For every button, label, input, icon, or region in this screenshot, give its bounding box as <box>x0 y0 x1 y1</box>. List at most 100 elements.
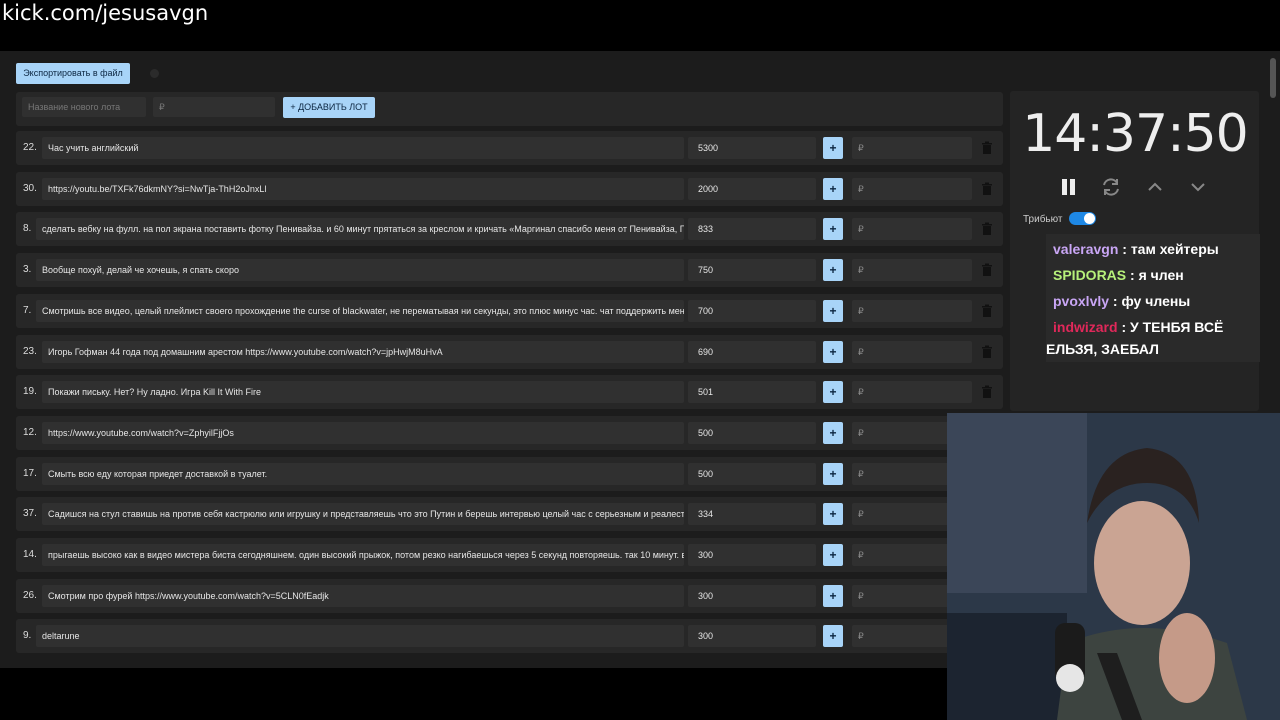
lot-number: 7. <box>23 304 32 316</box>
lot-name-field[interactable]: deltarune <box>36 625 684 648</box>
lot-amount-field[interactable]: 500 <box>688 462 816 485</box>
chat-separator: : <box>1118 241 1131 257</box>
lot-name-field[interactable]: сделать вебку на фулл. на пол экрана пос… <box>36 218 684 241</box>
add-amount-button[interactable]: + <box>823 503 843 526</box>
chat-username: pvoxlvly <box>1053 293 1110 309</box>
lot-row: 7. Смотришь все видео, целый плейлист сво… <box>16 293 1003 328</box>
lot-name-field[interactable]: https://youtu.be/TXFk76dkmNY?si=NwTja-Th… <box>42 177 684 200</box>
timer-display: 14:37:50 <box>1022 104 1249 164</box>
tribute-toggle[interactable] <box>1069 212 1096 225</box>
add-amount-button[interactable]: + <box>823 340 843 363</box>
add-amount-button[interactable]: + <box>823 177 843 200</box>
lot-amount-field[interactable]: 700 <box>688 299 816 322</box>
lot-amount-field[interactable]: 750 <box>688 259 816 282</box>
chevron-down-icon <box>1191 183 1205 192</box>
chat-message: valeravgn : там хейтеры <box>1053 241 1219 257</box>
add-amount-button[interactable]: + <box>823 584 843 607</box>
trash-icon[interactable] <box>980 182 994 196</box>
lot-name-field[interactable]: прыгаешь высоко как в видео мистера бист… <box>42 544 684 566</box>
lot-name-field[interactable]: Час учить английский <box>42 137 684 159</box>
chat-text: я член <box>1138 267 1184 283</box>
url-text: kick.com/jesusavgn <box>2 1 209 25</box>
chat-message: ЕЛЬЗЯ, ЗАЕБАЛ <box>1046 341 1159 357</box>
chat-username: valeravgn <box>1053 241 1119 257</box>
lot-amount-field[interactable]: 334 <box>688 503 816 526</box>
lot-row: 19. Покажи письку. Нет? Ну ладно. Игра Ki… <box>16 375 1003 410</box>
add-amount-input[interactable]: ₽ <box>852 259 972 282</box>
lot-amount-field[interactable]: 2000 <box>688 177 816 200</box>
trash-icon[interactable] <box>980 345 994 359</box>
trash-icon[interactable] <box>980 263 994 277</box>
add-amount-button[interactable]: + <box>823 421 843 444</box>
chat-text: У ТЕНБЯ ВСЁ <box>1130 319 1224 335</box>
browser-bar: kick.com/jesusavgn <box>0 0 1280 30</box>
lot-amount-field[interactable]: 500 <box>688 421 816 444</box>
lot-amount-field[interactable]: 501 <box>688 381 816 404</box>
lot-name-field[interactable]: Покажи письку. Нет? Ну ладно. Игра Kill … <box>42 381 684 404</box>
lot-amount-field[interactable]: 833 <box>688 218 816 241</box>
lot-number: 23. <box>23 345 37 357</box>
scrollbar[interactable] <box>1270 58 1276 98</box>
chat-separator: : <box>1117 319 1131 335</box>
add-amount-input[interactable]: ₽ <box>852 381 972 404</box>
lot-amount-field[interactable]: 300 <box>688 544 816 566</box>
lot-name-field[interactable]: Игорь Гофман 44 года под домашним аресто… <box>42 340 684 363</box>
chevron-up-icon <box>1148 182 1162 191</box>
add-amount-input[interactable]: ₽ <box>852 218 972 241</box>
lot-row: 9. deltarune 300 + ₽ <box>16 619 1003 654</box>
lot-number: 17. <box>23 467 37 479</box>
lot-number: 14. <box>23 549 37 560</box>
reset-button[interactable] <box>1100 176 1122 198</box>
add-amount-button[interactable]: + <box>823 218 843 241</box>
chat-text: ЕЛЬЗЯ, ЗАЕБАЛ <box>1046 341 1159 357</box>
lot-name-field[interactable]: Смотрим про фурей https://www.youtube.co… <box>42 584 684 607</box>
add-amount-button[interactable]: + <box>823 259 843 282</box>
chat-text: там хейтеры <box>1130 241 1219 257</box>
chat-message: SPIDORAS : я член <box>1053 267 1184 283</box>
pause-button[interactable] <box>1058 176 1080 198</box>
chat-message: pvoxlvly : фу члены <box>1053 293 1190 309</box>
trash-icon[interactable] <box>980 304 994 318</box>
add-amount-button[interactable]: + <box>823 544 843 566</box>
chat-username: SPIDORAS <box>1053 267 1127 283</box>
lot-row: 37. Садишся на стул ставишь на против себ… <box>16 497 1003 532</box>
lot-name-field[interactable]: Смотришь все видео, целый плейлист своег… <box>36 299 684 322</box>
lot-name-field[interactable]: Вообще похуй, делай че хочешь, я спать с… <box>36 259 684 282</box>
lot-number: 37. <box>23 508 37 520</box>
lot-row: 30. https://youtu.be/TXFk76dkmNY?si=NwTja… <box>16 171 1003 206</box>
add-amount-input[interactable]: ₽ <box>852 299 972 322</box>
lot-name-field[interactable]: https://www.youtube.com/watch?v=ZphyilFj… <box>42 421 684 444</box>
lot-number: 9. <box>23 630 32 642</box>
decrease-time-button[interactable] <box>1187 176 1209 198</box>
lot-amount-field[interactable]: 690 <box>688 340 816 363</box>
lot-name-field[interactable]: Смыть всю еду которая приедет доставкой … <box>42 462 684 485</box>
trash-icon[interactable] <box>980 385 994 399</box>
lot-amount-field[interactable]: 300 <box>688 584 816 607</box>
lot-name-field[interactable]: Садишся на стул ставишь на против себя к… <box>42 503 684 526</box>
lot-row: 12. https://www.youtube.com/watch?v=Zphyi… <box>16 415 1003 450</box>
add-amount-input[interactable]: ₽ <box>852 177 972 200</box>
trash-icon[interactable] <box>980 141 994 155</box>
add-amount-button[interactable]: + <box>823 381 843 404</box>
export-button[interactable]: Экспортировать в файл <box>16 63 130 84</box>
add-amount-button[interactable]: + <box>823 625 843 648</box>
increase-time-button[interactable] <box>1144 176 1166 198</box>
trash-icon[interactable] <box>980 222 994 236</box>
lot-number: 12. <box>23 426 37 438</box>
add-amount-button[interactable]: + <box>823 137 843 159</box>
lot-number: 3. <box>23 264 32 276</box>
status-dot <box>150 69 159 78</box>
add-amount-button[interactable]: + <box>823 299 843 322</box>
lot-row: 17. Смыть всю еду которая приедет доставк… <box>16 456 1003 491</box>
lot-amount-field[interactable]: 5300 <box>688 137 816 159</box>
add-amount-input[interactable]: ₽ <box>852 340 972 363</box>
lot-row: 26. Смотрим про фурей https://www.youtube… <box>16 578 1003 613</box>
add-amount-input[interactable]: ₽ <box>852 137 972 159</box>
lot-number: 22. <box>23 142 37 153</box>
add-lot-button[interactable]: + ДОБАВИТЬ ЛОТ <box>283 97 375 118</box>
new-lot-name-input[interactable]: Название нового лота <box>22 97 146 117</box>
lot-number: 26. <box>23 589 37 601</box>
add-amount-button[interactable]: + <box>823 462 843 485</box>
new-lot-amount-input[interactable]: ₽ <box>153 97 275 117</box>
lot-amount-field[interactable]: 300 <box>688 625 816 648</box>
